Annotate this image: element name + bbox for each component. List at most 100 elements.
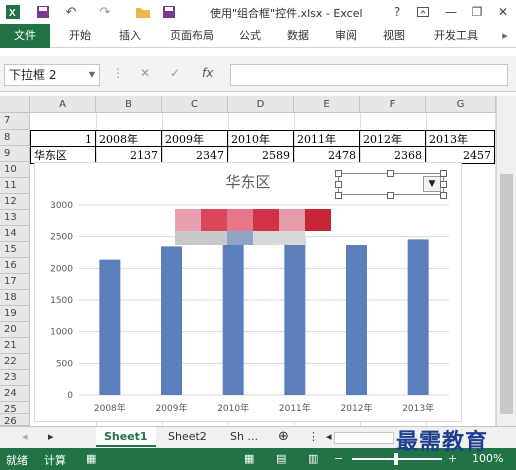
macro-record-icon[interactable]: ▦: [86, 452, 96, 465]
cancel-icon[interactable]: ✕: [140, 66, 150, 80]
y-tick-label: 2500: [50, 233, 73, 243]
row-header[interactable]: 10: [0, 162, 30, 178]
add-sheet-icon[interactable]: ⊕: [270, 427, 297, 447]
row-header[interactable]: 14: [0, 226, 30, 242]
row-header[interactable]: 9: [0, 146, 30, 162]
cell-a8[interactable]: 1: [30, 130, 96, 147]
sheet-tab-sheet1[interactable]: Sheet1: [96, 427, 156, 447]
row-header[interactable]: 21: [0, 338, 30, 354]
tab-insert[interactable]: 插入: [108, 24, 152, 48]
svg-text:X: X: [9, 8, 16, 19]
cell-g8[interactable]: 2013年: [426, 130, 495, 147]
more-icon: ⋮: [112, 66, 124, 80]
help-button[interactable]: ?: [386, 3, 408, 21]
column-header-b[interactable]: B: [96, 96, 162, 113]
row-header[interactable]: 18: [0, 290, 30, 306]
page-layout-view-icon[interactable]: ▤: [276, 452, 286, 465]
resize-handle[interactable]: [440, 181, 447, 188]
next-sheet-icon[interactable]: ▸: [40, 427, 62, 447]
normal-view-icon[interactable]: ▦: [244, 452, 254, 465]
x-tick-label: 2013年: [402, 402, 434, 414]
tab-developer[interactable]: 开发工具: [424, 24, 488, 48]
resize-handle[interactable]: [387, 170, 394, 177]
column-header-a[interactable]: A: [30, 96, 96, 113]
scrollbar-thumb[interactable]: [500, 174, 513, 414]
resize-handle[interactable]: [440, 170, 447, 177]
status-calc[interactable]: 计算: [44, 452, 66, 468]
chart-area[interactable]: 0 500 1000 1500 2000 2500 3000 2008年 2009年 2010年 2…: [34, 162, 462, 422]
bar[interactable]: [222, 231, 244, 395]
dropdown-arrow-icon[interactable]: ▼: [423, 176, 441, 192]
insert-function-icon[interactable]: fx: [202, 66, 213, 80]
row-header[interactable]: 16: [0, 258, 30, 274]
page-break-view-icon[interactable]: ▥: [308, 452, 318, 465]
x-tick-label: 2012年: [341, 402, 373, 414]
zoom-out-icon[interactable]: −: [334, 452, 343, 465]
column-header-c[interactable]: C: [162, 96, 228, 113]
tab-review[interactable]: 审阅: [324, 24, 368, 48]
tab-file[interactable]: 文件: [0, 24, 50, 48]
formula-input[interactable]: [230, 64, 508, 86]
select-all-corner[interactable]: [0, 96, 30, 113]
y-tick-label: 500: [56, 359, 73, 369]
row-header[interactable]: 22: [0, 354, 30, 370]
cell-e8[interactable]: 2011年: [294, 130, 360, 147]
redo-icon[interactable]: ↷: [96, 3, 114, 21]
row-header[interactable]: 12: [0, 194, 30, 210]
tab-page-layout[interactable]: 页面布局: [160, 24, 224, 48]
column-header-g[interactable]: G: [426, 96, 496, 113]
bar[interactable]: [346, 245, 367, 395]
minimize-button[interactable]: —: [440, 3, 462, 21]
resize-handle[interactable]: [440, 192, 447, 199]
resize-handle[interactable]: [335, 170, 342, 177]
column-header-e[interactable]: E: [294, 96, 360, 113]
save-as-icon[interactable]: [160, 3, 178, 21]
enter-icon[interactable]: ✓: [170, 66, 180, 80]
row-header[interactable]: 15: [0, 242, 30, 258]
name-box[interactable]: 下拉框 2 ▼: [4, 64, 100, 86]
row-header[interactable]: 17: [0, 274, 30, 290]
chevron-down-icon[interactable]: ▼: [89, 65, 95, 85]
sheet-tab-more[interactable]: Sh ...: [222, 427, 266, 447]
cell-c8[interactable]: 2009年: [162, 130, 228, 147]
sheet-tab-sheet2[interactable]: Sheet2: [160, 427, 215, 447]
resize-handle[interactable]: [335, 181, 342, 188]
bar[interactable]: [284, 238, 306, 395]
row-header[interactable]: 26: [0, 414, 30, 427]
bar[interactable]: [407, 239, 429, 395]
row-header[interactable]: 20: [0, 322, 30, 338]
tab-home[interactable]: 开始: [58, 24, 102, 48]
resize-handle[interactable]: [387, 192, 394, 199]
row-header[interactable]: 24: [0, 386, 30, 402]
horizontal-scrollbar[interactable]: [334, 432, 394, 444]
close-button[interactable]: ✕: [492, 3, 514, 21]
row-header[interactable]: 8: [0, 130, 30, 146]
row-header[interactable]: 13: [0, 210, 30, 226]
cell-f8[interactable]: 2012年: [360, 130, 426, 147]
ribbon-display-button[interactable]: [412, 3, 434, 21]
tab-formulas[interactable]: 公式: [228, 24, 272, 48]
y-tick-label: 2000: [50, 264, 73, 274]
open-folder-icon[interactable]: [134, 3, 152, 21]
x-tick-label: 2008年: [94, 402, 126, 414]
column-header-f[interactable]: F: [360, 96, 426, 113]
tab-data[interactable]: 数据: [276, 24, 320, 48]
bar[interactable]: [99, 259, 121, 395]
column-header-d[interactable]: D: [228, 96, 294, 113]
prev-sheet-icon[interactable]: ◂: [14, 427, 36, 447]
cell-d8[interactable]: 2010年: [228, 130, 294, 147]
ribbon-scroll-icon[interactable]: ▸: [496, 24, 514, 48]
restore-button[interactable]: ❐: [466, 3, 488, 21]
resize-handle[interactable]: [335, 192, 342, 199]
undo-icon[interactable]: ↶: [62, 3, 80, 21]
bar[interactable]: [161, 246, 182, 395]
vertical-scrollbar[interactable]: [496, 96, 516, 426]
tab-view[interactable]: 视图: [372, 24, 416, 48]
row-header[interactable]: 7: [0, 113, 30, 130]
row-header[interactable]: 25: [0, 402, 30, 415]
row-header[interactable]: 23: [0, 370, 30, 386]
row-header[interactable]: 19: [0, 306, 30, 322]
cell-b8[interactable]: 2008年: [96, 130, 162, 147]
save-icon[interactable]: [34, 3, 52, 21]
row-header[interactable]: 11: [0, 178, 30, 194]
